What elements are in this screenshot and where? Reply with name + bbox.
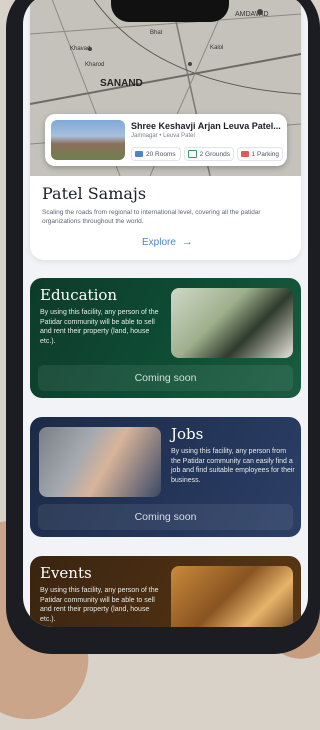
- explore-link[interactable]: Explore →: [142, 236, 193, 248]
- rooms-chip: 20 Rooms: [131, 147, 181, 161]
- map-label-kharod: Kharod: [85, 62, 104, 68]
- patel-samaj-card[interactable]: AMDAVAD SANAND Khavad Bhat Kharod Kalol …: [30, 0, 301, 260]
- education-image: [171, 288, 293, 358]
- arrow-right-icon: →: [181, 236, 193, 248]
- jobs-coming-soon: Coming soon: [38, 504, 293, 530]
- map-label-sanand: SANAND: [100, 78, 143, 89]
- explore-label: Explore: [142, 236, 176, 248]
- map-label-khavad: Khavad: [70, 46, 90, 52]
- patel-samaj-title: Patel Samajs: [42, 184, 147, 203]
- map-label-kalol: Kalol: [210, 45, 223, 51]
- education-title: Education: [40, 286, 118, 304]
- property-thumbnail: [51, 120, 125, 160]
- map-label-amdavad: AMDAVAD: [235, 11, 269, 18]
- map-image: AMDAVAD SANAND Khavad Bhat Kharod Kalol …: [30, 0, 301, 176]
- education-description: By using this facility, any person of th…: [40, 309, 159, 345]
- property-subtitle: Jamnagar • Leuva Patel: [131, 133, 195, 139]
- app-screen: AMDAVAD SANAND Khavad Bhat Kharod Kalol …: [23, 0, 308, 627]
- events-title: Events: [40, 564, 92, 582]
- jobs-card[interactable]: Jobs By using this facility, any person …: [30, 417, 301, 537]
- patel-samaj-description: Scaling the roads from regional to inter…: [42, 209, 261, 225]
- jobs-image: [39, 427, 161, 497]
- property-card[interactable]: Shree Keshavji Arjan Leuva Patel... Jamn…: [45, 114, 287, 166]
- phone-frame: AMDAVAD SANAND Khavad Bhat Kharod Kalol …: [6, 0, 320, 654]
- map-label-bhat: Bhat: [150, 30, 163, 36]
- events-card[interactable]: Events By using this facility, any perso…: [30, 556, 301, 627]
- bed-icon: [135, 151, 143, 157]
- jobs-description: By using this facility, any person from …: [171, 448, 295, 484]
- dynamic-island: [111, 0, 229, 22]
- education-coming-soon: Coming soon: [38, 365, 293, 391]
- parking-label: 1 Parking: [251, 150, 279, 158]
- property-title: Shree Keshavji Arjan Leuva Patel...: [131, 121, 281, 131]
- grounds-chip: 2 Grounds: [184, 147, 234, 161]
- events-image: [171, 566, 293, 627]
- parking-chip: 1 Parking: [237, 147, 283, 161]
- education-card[interactable]: Education By using this facility, any pe…: [30, 278, 301, 398]
- car-icon: [241, 151, 249, 157]
- rooms-label: 20 Rooms: [146, 150, 176, 158]
- events-description: By using this facility, any person of th…: [40, 587, 159, 623]
- jobs-title: Jobs: [171, 425, 204, 443]
- ground-icon: [188, 150, 197, 158]
- grounds-label: 2 Grounds: [199, 150, 230, 158]
